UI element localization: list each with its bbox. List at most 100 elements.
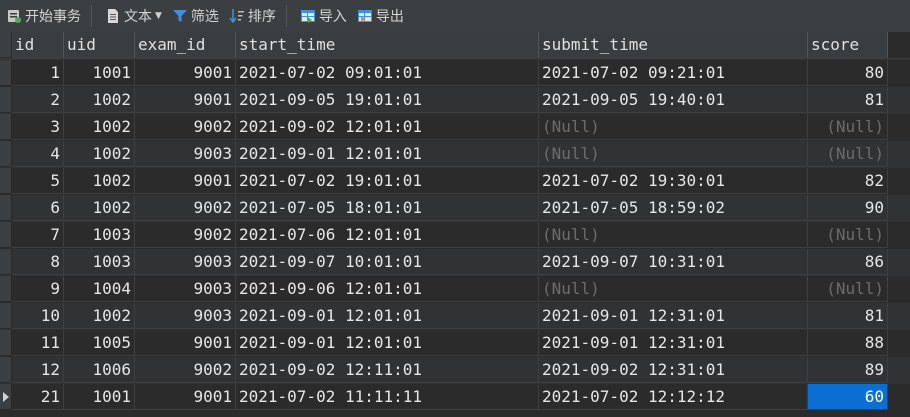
cell-uid[interactable]: 1002 bbox=[64, 303, 135, 329]
cell-start-time[interactable]: 2021-09-05 19:01:01 bbox=[236, 87, 539, 113]
table-row[interactable]: 7 1003 9002 2021-07-06 12:01:01 (Null) (Null) bbox=[0, 222, 910, 249]
cell-uid[interactable]: 1001 bbox=[64, 384, 135, 410]
cell-submit-time[interactable]: (Null) bbox=[539, 114, 808, 140]
column-header-submit-time[interactable]: submit_time bbox=[539, 32, 808, 58]
cell-submit-time[interactable]: (Null) bbox=[539, 276, 808, 302]
cell-uid[interactable]: 1002 bbox=[64, 87, 135, 113]
cell-submit-time[interactable]: 2021-07-02 09:21:01 bbox=[539, 60, 808, 86]
cell-start-time[interactable]: 2021-09-01 12:01:01 bbox=[236, 141, 539, 167]
chevron-down-icon[interactable]: ▼ bbox=[155, 11, 162, 21]
row-header[interactable] bbox=[0, 357, 12, 383]
column-header-score[interactable]: score bbox=[808, 32, 888, 58]
table-row[interactable]: 10 1002 9003 2021-09-01 12:01:01 2021-09-01 … bbox=[0, 303, 910, 330]
cell-uid[interactable]: 1002 bbox=[64, 195, 135, 221]
cell-score[interactable]: 60 bbox=[808, 384, 888, 410]
cell-exam-id[interactable]: 9001 bbox=[135, 330, 236, 356]
table-row[interactable]: 5 1002 9001 2021-07-02 19:01:01 2021-07-02 1… bbox=[0, 168, 910, 195]
cell-exam-id[interactable]: 9001 bbox=[135, 384, 236, 410]
cell-exam-id[interactable]: 9002 bbox=[135, 222, 236, 248]
cell-start-time[interactable]: 2021-09-01 12:01:01 bbox=[236, 330, 539, 356]
text-view-button[interactable]: 文本 ▼ bbox=[101, 2, 166, 30]
cell-uid[interactable]: 1006 bbox=[64, 357, 135, 383]
row-header[interactable] bbox=[0, 195, 12, 221]
cell-id[interactable]: 12 bbox=[12, 357, 64, 383]
cell-start-time[interactable]: 2021-07-05 18:01:01 bbox=[236, 195, 539, 221]
cell-start-time[interactable]: 2021-09-02 12:01:01 bbox=[236, 114, 539, 140]
table-row[interactable]: 6 1002 9002 2021-07-05 18:01:01 2021-07-05 1… bbox=[0, 195, 910, 222]
cell-id[interactable]: 10 bbox=[12, 303, 64, 329]
cell-submit-time[interactable]: (Null) bbox=[539, 141, 808, 167]
cell-id[interactable]: 3 bbox=[12, 114, 64, 140]
cell-score[interactable]: (Null) bbox=[808, 276, 888, 302]
cell-uid[interactable]: 1003 bbox=[64, 249, 135, 275]
cell-id[interactable]: 4 bbox=[12, 141, 64, 167]
cell-uid[interactable]: 1002 bbox=[64, 168, 135, 194]
row-header[interactable] bbox=[0, 384, 12, 410]
cell-submit-time[interactable]: 2021-09-01 12:31:01 bbox=[539, 330, 808, 356]
cell-score[interactable]: (Null) bbox=[808, 141, 888, 167]
cell-exam-id[interactable]: 9001 bbox=[135, 87, 236, 113]
row-header[interactable] bbox=[0, 249, 12, 275]
cell-score[interactable]: 80 bbox=[808, 60, 888, 86]
cell-start-time[interactable]: 2021-09-06 12:01:01 bbox=[236, 276, 539, 302]
row-header[interactable] bbox=[0, 87, 12, 113]
cell-start-time[interactable]: 2021-09-07 10:01:01 bbox=[236, 249, 539, 275]
column-header-uid[interactable]: uid bbox=[64, 32, 135, 58]
column-header-id[interactable]: id bbox=[12, 32, 64, 58]
cell-score[interactable]: 82 bbox=[808, 168, 888, 194]
cell-id[interactable]: 9 bbox=[12, 276, 64, 302]
cell-score[interactable]: 88 bbox=[808, 330, 888, 356]
row-header[interactable] bbox=[0, 276, 12, 302]
table-row[interactable]: 8 1003 9003 2021-09-07 10:01:01 2021-09-07 1… bbox=[0, 249, 910, 276]
cell-score[interactable]: (Null) bbox=[808, 222, 888, 248]
row-header[interactable] bbox=[0, 303, 12, 329]
cell-id[interactable]: 21 bbox=[12, 384, 64, 410]
cell-exam-id[interactable]: 9002 bbox=[135, 357, 236, 383]
cell-id[interactable]: 8 bbox=[12, 249, 64, 275]
cell-submit-time[interactable]: 2021-09-02 12:31:01 bbox=[539, 357, 808, 383]
cell-uid[interactable]: 1002 bbox=[64, 114, 135, 140]
cell-score[interactable]: 81 bbox=[808, 303, 888, 329]
row-header[interactable] bbox=[0, 114, 12, 140]
cell-score[interactable]: 90 bbox=[808, 195, 888, 221]
cell-submit-time[interactable]: 2021-09-05 19:40:01 bbox=[539, 87, 808, 113]
cell-exam-id[interactable]: 9003 bbox=[135, 141, 236, 167]
cell-submit-time[interactable]: 2021-07-05 18:59:02 bbox=[539, 195, 808, 221]
cell-exam-id[interactable]: 9003 bbox=[135, 249, 236, 275]
cell-exam-id[interactable]: 9001 bbox=[135, 168, 236, 194]
cell-exam-id[interactable]: 9003 bbox=[135, 303, 236, 329]
cell-submit-time[interactable]: (Null) bbox=[539, 222, 808, 248]
table-row[interactable]: 21 1001 9001 2021-07-02 11:11:11 2021-07-02 … bbox=[0, 384, 910, 411]
cell-id[interactable]: 7 bbox=[12, 222, 64, 248]
cell-id[interactable]: 2 bbox=[12, 87, 64, 113]
cell-uid[interactable]: 1001 bbox=[64, 60, 135, 86]
table-row[interactable]: 2 1002 9001 2021-09-05 19:01:01 2021-09-05 1… bbox=[0, 87, 910, 114]
export-button[interactable]: 导出 bbox=[353, 2, 408, 30]
cell-id[interactable]: 5 bbox=[12, 168, 64, 194]
cell-id[interactable]: 11 bbox=[12, 330, 64, 356]
table-row[interactable]: 9 1004 9003 2021-09-06 12:01:01 (Null) (Null) bbox=[0, 276, 910, 303]
cell-submit-time[interactable]: 2021-07-02 12:12:12 bbox=[539, 384, 808, 410]
column-header-exam-id[interactable]: exam_id bbox=[135, 32, 236, 58]
cell-start-time[interactable]: 2021-07-02 09:01:01 bbox=[236, 60, 539, 86]
column-header-start-time[interactable]: start_time bbox=[236, 32, 539, 58]
cell-exam-id[interactable]: 9002 bbox=[135, 114, 236, 140]
row-header[interactable] bbox=[0, 222, 12, 248]
cell-uid[interactable]: 1004 bbox=[64, 276, 135, 302]
row-header[interactable] bbox=[0, 168, 12, 194]
table-row[interactable]: 3 1002 9002 2021-09-02 12:01:01 (Null) (Null) bbox=[0, 114, 910, 141]
cell-exam-id[interactable]: 9003 bbox=[135, 276, 236, 302]
cell-submit-time[interactable]: 2021-07-02 19:30:01 bbox=[539, 168, 808, 194]
sort-button[interactable]: 排序 bbox=[225, 2, 280, 30]
cell-start-time[interactable]: 2021-07-06 12:01:01 bbox=[236, 222, 539, 248]
import-button[interactable]: 导入 bbox=[296, 2, 351, 30]
row-header[interactable] bbox=[0, 60, 12, 86]
cell-start-time[interactable]: 2021-07-02 19:01:01 bbox=[236, 168, 539, 194]
cell-uid[interactable]: 1005 bbox=[64, 330, 135, 356]
table-row[interactable]: 11 1005 9001 2021-09-01 12:01:01 2021-09-01 … bbox=[0, 330, 910, 357]
table-row[interactable]: 12 1006 9002 2021-09-02 12:11:01 2021-09-02 … bbox=[0, 357, 910, 384]
cell-start-time[interactable]: 2021-09-01 12:01:01 bbox=[236, 303, 539, 329]
table-row[interactable]: 4 1002 9003 2021-09-01 12:01:01 (Null) (Null) bbox=[0, 141, 910, 168]
begin-transaction-button[interactable]: 开始事务 bbox=[2, 2, 85, 30]
table-row[interactable]: 1 1001 9001 2021-07-02 09:01:01 2021-07-02 0… bbox=[0, 60, 910, 87]
